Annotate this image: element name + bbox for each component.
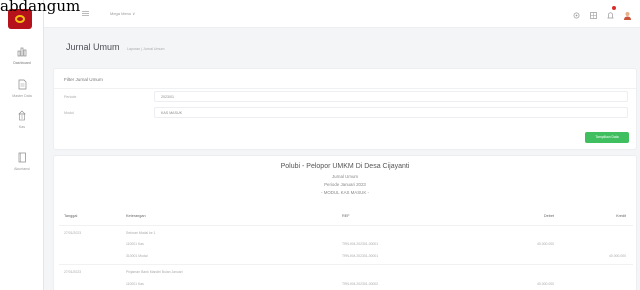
sidebar-item-label: Akuntansi bbox=[14, 167, 30, 171]
money-icon bbox=[18, 110, 26, 121]
row-debit: 40.000.000 bbox=[537, 242, 554, 246]
report-company: Polubi - Pelopor UMKM Di Desa Cijayanti bbox=[280, 163, 410, 170]
overlay-caption: abdangum bbox=[0, 0, 81, 15]
breadcrumb[interactable]: Laporan | Jurnal Umum bbox=[127, 47, 165, 51]
column-header-credit: Kredit bbox=[616, 214, 626, 218]
book-icon bbox=[18, 152, 26, 163]
header-divider bbox=[59, 225, 633, 226]
period-input[interactable]: 2023/01 bbox=[154, 91, 628, 102]
document-icon bbox=[18, 79, 27, 90]
report-card: Polubi - Pelopor UMKM Di Desa Cijayanti … bbox=[53, 155, 637, 290]
row-date: 27/01/2023 bbox=[64, 231, 81, 235]
sidebar-item-label: Master Data bbox=[12, 94, 32, 98]
chart-icon bbox=[17, 47, 27, 57]
report-module: - MODUL KAS MASUK - bbox=[321, 190, 369, 195]
sidebar-item-label: Dashboard bbox=[13, 61, 31, 65]
show-data-button[interactable]: Tampilkan Data bbox=[585, 132, 629, 143]
sidebar-item-dashboard[interactable]: Dashboard bbox=[0, 46, 44, 65]
row-description: Pinjaman Bank Mandiri Bulan Januari bbox=[126, 270, 183, 274]
row-credit: 40.000.000 bbox=[609, 254, 626, 258]
row-description: 110001 Kas bbox=[126, 242, 144, 246]
row-divider bbox=[59, 264, 633, 265]
filter-card-title: Filter Jurnal Umum bbox=[64, 77, 103, 82]
notification-bell-icon[interactable] bbox=[606, 6, 616, 19]
row-description: 110001 Kas bbox=[126, 282, 144, 286]
apps-grid-icon[interactable] bbox=[589, 7, 598, 19]
mega-menu-link[interactable]: Mega Menu ∨ bbox=[110, 11, 135, 16]
module-label: Modul bbox=[64, 111, 74, 115]
sidebar-item-label: Kas bbox=[18, 125, 26, 129]
row-description: 310001 Modal bbox=[126, 254, 148, 258]
sidebar-item-master-data[interactable]: Master Data bbox=[0, 79, 44, 98]
page-title: Jurnal Umum bbox=[66, 42, 120, 52]
settings-icon[interactable] bbox=[572, 7, 581, 19]
report-period: Periode Januari 2023 bbox=[324, 182, 366, 187]
period-label: Periode bbox=[64, 95, 77, 99]
hamburger-menu-icon[interactable] bbox=[82, 11, 89, 16]
sidebar-item-akuntansi[interactable]: Akuntansi bbox=[0, 152, 44, 171]
row-ref: TRN-KM-202301-00002 bbox=[342, 282, 379, 286]
page-header: Jurnal Umum Laporan | Jurnal Umum bbox=[66, 37, 164, 55]
row-date: 27/01/2023 bbox=[64, 270, 81, 274]
row-description: Setoran Modal ke 1 bbox=[126, 231, 156, 235]
report-title: Jurnal Umum bbox=[331, 174, 359, 179]
row-ref: TRN-KM-202301-00001 bbox=[342, 254, 379, 258]
top-navbar: Mega Menu ∨ bbox=[44, 0, 640, 28]
notification-badge bbox=[612, 6, 616, 10]
user-avatar[interactable] bbox=[623, 7, 632, 20]
filter-card: Filter Jurnal Umum Periode 2023/01 Modul… bbox=[53, 68, 637, 150]
divider bbox=[54, 88, 636, 89]
column-header-date: Tanggal bbox=[64, 214, 78, 218]
sidebar-item-kas[interactable]: Kas bbox=[0, 110, 44, 129]
column-header-debit: Debet bbox=[543, 214, 554, 218]
module-select[interactable]: KAS MASUK bbox=[154, 107, 628, 118]
column-header-description: Keterangan bbox=[126, 214, 146, 218]
column-header-ref: REF bbox=[342, 214, 350, 218]
row-debit: 40.000.000 bbox=[537, 282, 554, 286]
row-ref: TRN-KM-202301-00001 bbox=[342, 242, 379, 246]
sidebar: Dashboard Master Data Kas Akuntansi bbox=[0, 0, 44, 290]
